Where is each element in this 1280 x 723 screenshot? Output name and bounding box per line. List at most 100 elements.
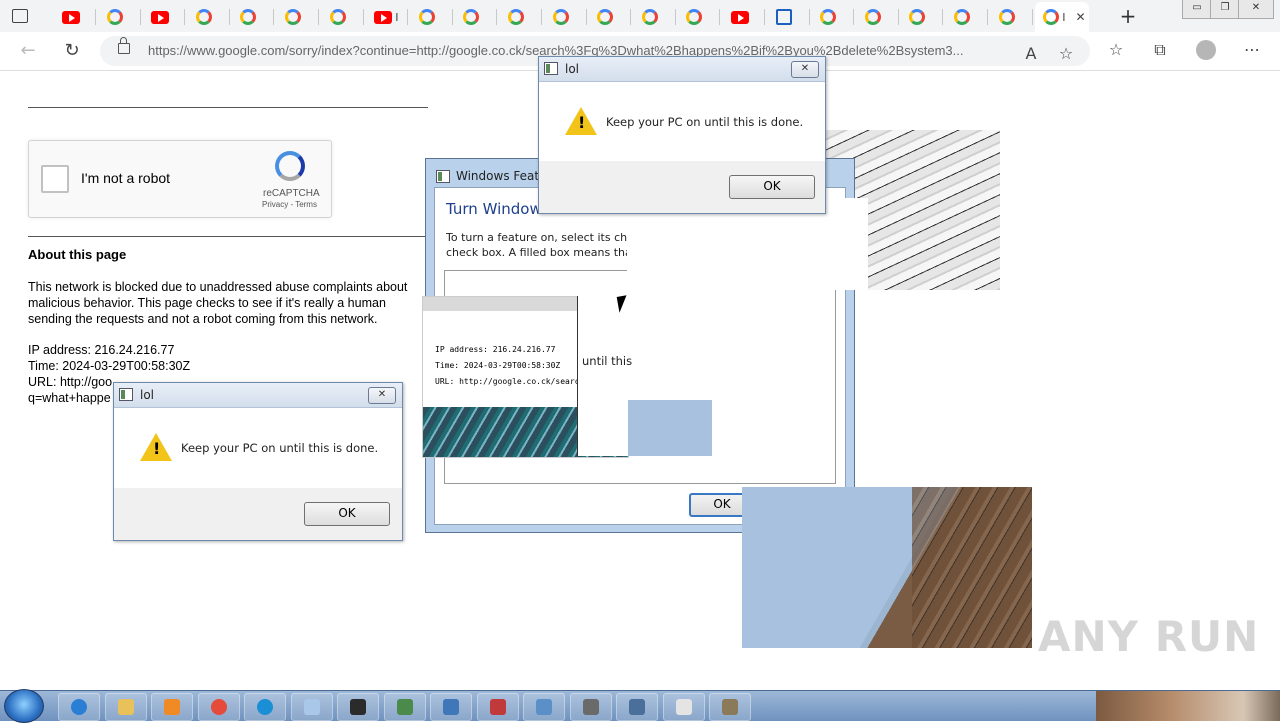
app-icon [119,388,133,401]
close-window-button[interactable]: ✕ [1238,0,1274,19]
tab[interactable] [188,6,230,28]
ok-button[interactable]: OK [304,502,390,526]
taskbar-item-tool3[interactable] [709,693,751,721]
minimize-button[interactable]: ▭ [1182,0,1212,19]
windows-taskbar [0,689,1280,723]
url-line: URL: http://goo [28,375,113,389]
taskbar-item-network[interactable] [523,693,565,721]
screen-glitch-artifact [742,487,1032,648]
tab[interactable] [901,6,944,28]
close-button[interactable]: ✕ [368,387,396,404]
divider [28,236,428,237]
taskbar-item-edge[interactable] [244,693,286,721]
tab[interactable] [500,6,542,28]
dialog-message: Keep your PC on until this is done. [606,115,804,129]
dialog-message: Keep your PC on until this is done. [181,441,379,455]
remote-icon [489,699,506,715]
taskbar-item-remote[interactable] [476,693,519,721]
menu-icon[interactable]: ⋯ [1241,40,1263,59]
about-title: About this page [28,247,127,262]
tab[interactable] [411,6,453,28]
add-favorite-icon[interactable]: ☆ [1055,44,1077,63]
taskbar-item-calc[interactable] [616,693,658,721]
google-icon [240,9,257,25]
app-icon [544,62,558,75]
tab[interactable] [768,6,810,28]
media-icon [164,699,180,715]
youtube-icon [62,10,80,24]
anyrun-watermark: ANY RUN [1038,612,1260,661]
close-button[interactable]: ✕ [791,61,819,78]
dialog-title: lol [140,388,155,402]
recaptcha-label: I'm not a robot [81,170,171,186]
refresh-button[interactable]: ↻ [60,40,84,61]
close-tab-icon[interactable]: ✕ [1075,10,1085,24]
google-icon [597,9,614,25]
start-button[interactable] [4,689,44,723]
favorites-icon[interactable]: ☆ [1105,40,1127,59]
tab[interactable] [812,6,855,28]
tab[interactable] [634,6,676,28]
taskbar-item-tool2[interactable] [430,693,472,721]
taskbar-item-doc[interactable] [662,693,705,721]
taskbar-item-ie[interactable] [58,693,100,721]
tab[interactable] [322,6,364,28]
read-aloud-icon[interactable]: A [1020,44,1042,63]
tab[interactable] [545,6,587,28]
edge-icon [257,699,273,715]
taskbar-item-notepad2[interactable] [569,693,612,721]
tab[interactable]: I [366,6,409,28]
maximize-button[interactable]: ❐ [1210,0,1240,19]
tab[interactable] [455,6,498,28]
google-icon [329,9,346,25]
new-tab-button[interactable]: + [1116,4,1140,28]
taskbar-item-chrome[interactable] [197,693,240,721]
google-icon [418,9,435,25]
taskbar-item-tool[interactable] [383,693,426,721]
time-line: Time: 2024-03-29T00:58:30Z [28,359,191,373]
tab-actions-icon[interactable] [8,6,32,26]
taskbar-item-cmd[interactable] [337,693,379,721]
taskbar-item-media[interactable] [151,693,193,721]
google-icon [106,9,123,25]
back-button[interactable]: ← [16,40,40,61]
youtube-icon [731,10,749,24]
tab[interactable] [232,6,275,28]
tool2-icon [443,699,459,715]
browser-tab-bar: I I ✕ + ▭ ❐ ✕ [0,0,1280,33]
tab[interactable] [857,6,899,28]
url-line-query: q=what+happe [28,391,111,405]
ok-button[interactable]: OK [729,175,815,199]
taskbar-item-explorer[interactable] [104,693,147,721]
tab[interactable] [678,6,721,28]
taskbar-notification-area [1096,691,1280,721]
calc-icon [629,699,645,715]
tab[interactable] [723,6,765,28]
recaptcha-checkbox[interactable] [41,165,69,193]
tab[interactable] [54,6,96,28]
tab-active[interactable]: I ✕ [1035,2,1090,32]
google-icon [285,9,301,25]
recaptcha-logo-icon [275,151,305,181]
youtube-icon [151,10,170,24]
features-heading: Turn Window [446,200,542,218]
ie-icon [71,699,87,715]
tab[interactable] [277,6,319,28]
dialog-titlebar: lol ✕ [539,57,825,82]
tab[interactable] [99,6,141,28]
tab[interactable] [946,6,988,28]
tab[interactable] [991,6,1033,28]
google-icon [909,9,926,25]
profile-avatar[interactable] [1196,40,1216,60]
tab[interactable] [143,6,186,28]
tab[interactable] [589,6,632,28]
notepad-icon [303,699,320,715]
tool3-icon [722,699,738,715]
recaptcha-links[interactable]: Privacy - Terms [262,200,317,209]
lock-icon[interactable] [118,37,130,54]
ip-address: IP address: 216.24.216.77 [28,343,175,357]
dialog-title: lol [565,62,580,76]
collections-icon[interactable]: ⧉ [1149,40,1171,60]
warning-icon: ! [565,107,597,135]
taskbar-item-notepad[interactable] [290,693,333,721]
